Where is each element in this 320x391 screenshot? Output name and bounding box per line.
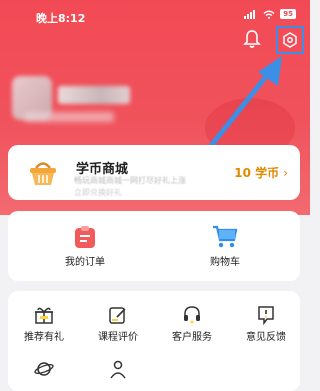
gear-icon [283, 32, 297, 48]
bell-icon[interactable] [243, 29, 261, 53]
coin-balance-value: 10 学币 [234, 166, 280, 180]
mall-subtitle-2: 立即兑换好礼 [74, 188, 122, 197]
status-time: 晚上8:12 [36, 12, 86, 25]
wifi-icon [263, 10, 275, 19]
user-info-blurred [24, 112, 114, 122]
status-bar: 晚上8:12 95 [0, 0, 310, 26]
referral-button[interactable]: 推荐有礼 [14, 305, 74, 343]
basket-icon [28, 159, 58, 191]
username-blurred [58, 86, 130, 104]
coin-mall-card[interactable]: 学币商城 畅玩商城商城一网打尽好礼上涨 立即兑换好礼 10 学币 › [8, 145, 300, 200]
mall-subtitle: 畅玩商城商城一网打尽好礼上涨 [74, 176, 186, 185]
cart-label: 购物车 [210, 257, 240, 268]
signal-icon [244, 9, 256, 19]
mall-title: 学币商城 [76, 162, 129, 177]
orders-card: 我的订单 购物车 [8, 211, 300, 281]
feedback-icon [258, 306, 274, 325]
customer-service-button[interactable]: 客户服务 [162, 305, 222, 343]
annotation-arrow [207, 56, 282, 150]
referral-label: 推荐有礼 [24, 332, 64, 343]
battery-icon: 95 [280, 9, 296, 19]
profile-button[interactable] [88, 359, 148, 379]
feedback-button[interactable]: 意见反馈 [236, 305, 296, 343]
course-review-button[interactable]: 课程评价 [88, 305, 148, 343]
settings-button[interactable] [276, 26, 304, 54]
cart-button[interactable]: 购物车 [180, 225, 270, 268]
services-card: 推荐有礼 课程评价 客户服务 意见反馈 [8, 291, 300, 391]
cart-icon [213, 225, 238, 248]
feedback-label: 意见反馈 [246, 332, 286, 343]
gift-icon [35, 307, 53, 324]
customer-service-label: 客户服务 [172, 332, 212, 343]
edit-icon [109, 307, 126, 324]
coin-balance[interactable]: 10 学币 › [234, 164, 288, 181]
planet-icon [34, 362, 54, 376]
my-orders-label: 我的订单 [65, 257, 105, 268]
explore-button[interactable] [14, 359, 74, 379]
status-icons: 95 [244, 9, 296, 19]
person-icon [110, 360, 126, 379]
my-orders-button[interactable]: 我的订单 [40, 225, 130, 268]
course-review-label: 课程评价 [98, 332, 138, 343]
order-icon [75, 226, 95, 248]
headset-icon [184, 306, 200, 324]
chevron-right-icon: › [283, 166, 288, 180]
